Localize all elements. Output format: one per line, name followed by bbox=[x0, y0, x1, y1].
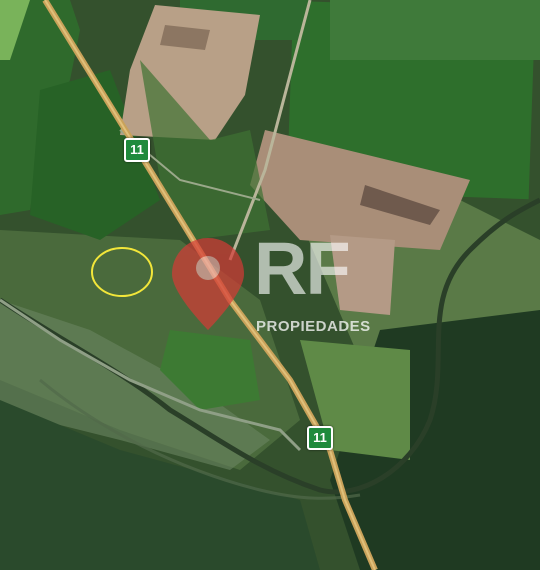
watermark-brand-text: PROPIEDADES bbox=[256, 318, 371, 335]
route-11-shield-top: 11 bbox=[124, 138, 150, 162]
route-11-shield-bottom: 11 bbox=[307, 426, 333, 450]
watermark-logo-letters: RF bbox=[254, 227, 351, 310]
satellite-map[interactable]: 11 11 RF PROPIEDADES bbox=[0, 0, 540, 570]
